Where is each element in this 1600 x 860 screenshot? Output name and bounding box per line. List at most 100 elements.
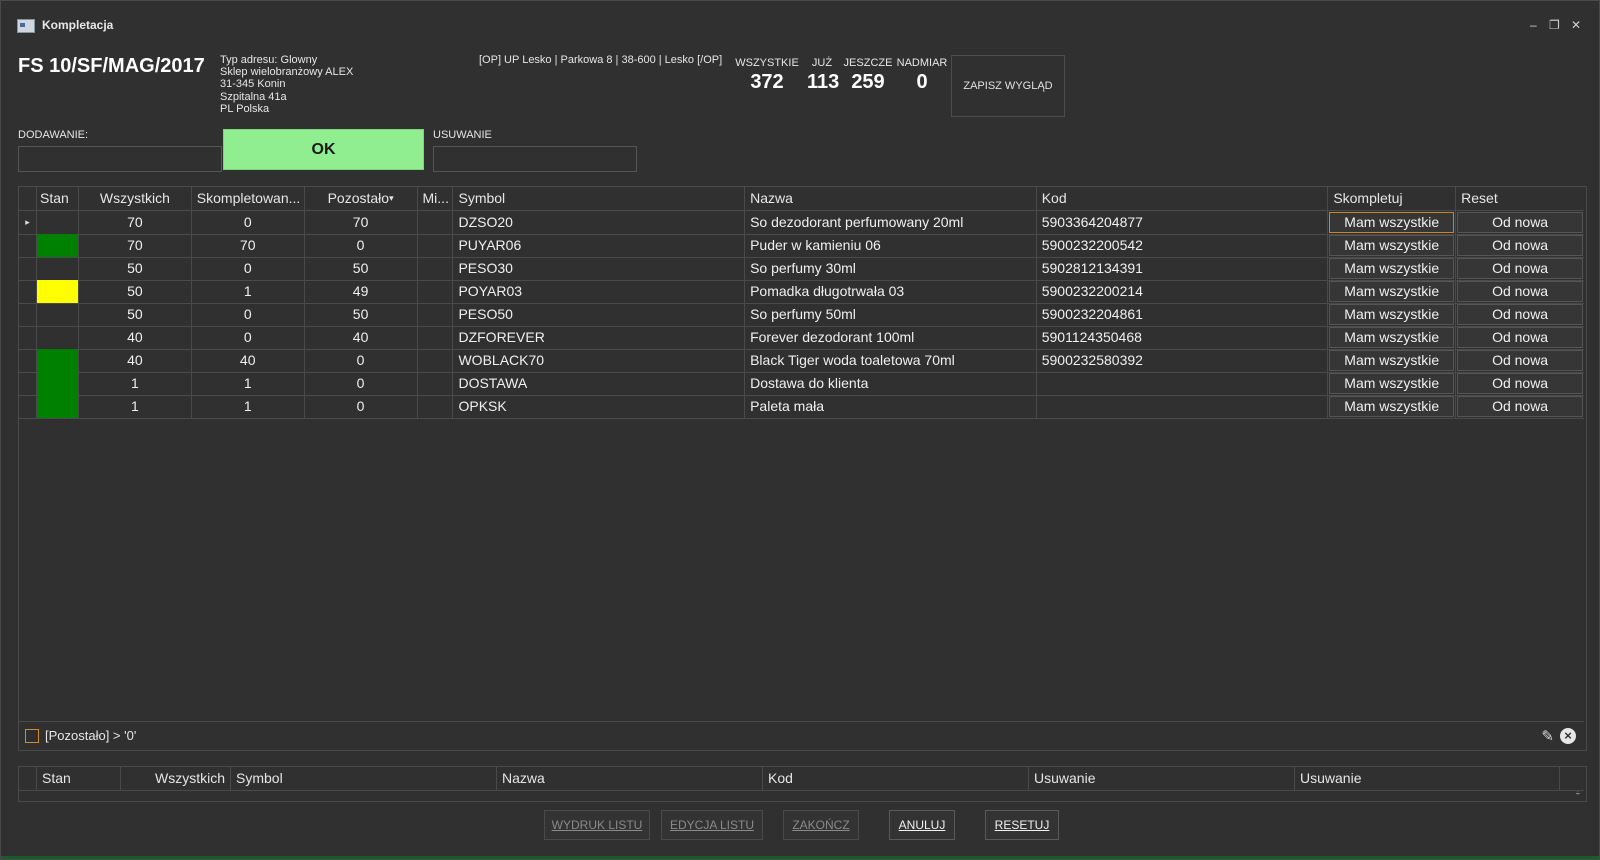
- table-row[interactable]: 50 1 49 POYAR03 Pomadka długotrwała 03 5…: [19, 280, 1584, 304]
- address-block: Typ adresu: Glowny Sklep wielobranżowy A…: [220, 54, 353, 115]
- mam-wszystkie-button[interactable]: Mam wszystkie: [1329, 396, 1455, 417]
- mam-wszystkie-button[interactable]: Mam wszystkie: [1329, 304, 1455, 325]
- filter-icon[interactable]: ▾: [389, 193, 394, 203]
- col-nazwa[interactable]: Nazwa: [497, 767, 763, 790]
- od-nowa-button[interactable]: Od nowa: [1457, 373, 1583, 394]
- remove-input[interactable]: [433, 146, 637, 172]
- kompletacja-window: Kompletacja – ❐ ✕ FS 10/SF/MAG/2017 Typ …: [0, 0, 1600, 860]
- ok-button[interactable]: OK: [223, 129, 424, 170]
- reset-all-button[interactable]: RESETUJ: [985, 810, 1059, 840]
- stat-excess-value: 0: [916, 71, 928, 93]
- col-nazwa[interactable]: Nazwa: [745, 187, 1037, 210]
- stan-swatch: [36, 372, 78, 395]
- edit-list-button[interactable]: EDYCJA LISTU: [661, 810, 763, 840]
- col-wszystkich[interactable]: Wszystkich: [121, 767, 231, 790]
- cell-wszystkich: 1: [79, 395, 192, 418]
- table-row[interactable]: 40 40 0 WOBLACK70 Black Tiger woda toale…: [19, 349, 1584, 373]
- finish-button[interactable]: ZAKOŃCZ: [783, 810, 859, 840]
- stat-done-label: JUŻ: [811, 57, 833, 69]
- row-indicator: [19, 280, 37, 303]
- table-row[interactable]: ▸ 70 0 70 DZSO20 So dezodorant perfumowa…: [19, 211, 1584, 235]
- mam-wszystkie-button[interactable]: Mam wszystkie: [1329, 235, 1455, 256]
- col-symbol[interactable]: Symbol: [231, 767, 497, 790]
- address-line: Sklep wielobranżowy ALEX: [220, 66, 354, 79]
- stat-excess: NADMIAR 0: [896, 57, 948, 94]
- address-line: Typ adresu: Glowny: [220, 54, 318, 66]
- filter-enabled-checkbox[interactable]: [25, 729, 39, 743]
- od-nowa-button[interactable]: Od nowa: [1457, 327, 1583, 348]
- cancel-button[interactable]: ANULUJ: [889, 810, 955, 840]
- stat-remaining: JESZCZE 259: [842, 57, 894, 94]
- table-row[interactable]: 1 1 0 OPKSK Paleta mała Mam wszystkie Od…: [19, 395, 1584, 419]
- op-address-text: [OP] UP Lesko | Parkowa 8 | 38-600 | Les…: [479, 54, 723, 66]
- stan-cell: [36, 349, 79, 372]
- items-grid: Stan Wszystkich Skompletowan... Pozostał…: [18, 186, 1587, 751]
- col-usuwanie[interactable]: Usuwanie: [1029, 767, 1295, 790]
- mam-wszystkie-button[interactable]: Mam wszystkie: [1329, 373, 1455, 394]
- stat-all-label: WSZYSTKIE: [735, 57, 799, 69]
- skompletuj-cell: Mam wszystkie: [1328, 372, 1457, 395]
- od-nowa-button[interactable]: Od nowa: [1457, 212, 1583, 233]
- table-row[interactable]: 40 0 40 DZFOREVER Forever dezodorant 100…: [19, 326, 1584, 350]
- save-layout-button[interactable]: ZAPISZ WYGLĄD: [951, 55, 1065, 117]
- col-reset[interactable]: Reset: [1456, 187, 1584, 210]
- col-kod[interactable]: Kod: [763, 767, 1029, 790]
- od-nowa-button[interactable]: Od nowa: [1457, 350, 1583, 371]
- mam-wszystkie-button[interactable]: Mam wszystkie: [1329, 281, 1455, 302]
- mam-wszystkie-button[interactable]: Mam wszystkie: [1329, 258, 1455, 279]
- row-indicator: [19, 257, 37, 280]
- col-stan[interactable]: Stan: [37, 767, 121, 790]
- close-icon[interactable]: ✕: [1571, 18, 1581, 32]
- mam-wszystkie-button[interactable]: Mam wszystkie: [1329, 327, 1455, 348]
- cell-symbol: PESO50: [453, 303, 746, 326]
- minimize-icon[interactable]: –: [1530, 18, 1537, 32]
- cell-pozostalo: 0: [305, 372, 418, 395]
- mam-wszystkie-button[interactable]: Mam wszystkie: [1329, 212, 1455, 233]
- cell-wszystkich: 50: [79, 257, 192, 280]
- cell-skompletowane: 1: [192, 280, 305, 303]
- table-row[interactable]: 50 0 50 PESO50 So perfumy 50ml 590023220…: [19, 303, 1584, 327]
- window-title: Kompletacja: [42, 18, 114, 32]
- vertical-scrollbar[interactable]: [1560, 767, 1584, 790]
- cell-wszystkich: 1: [79, 372, 192, 395]
- stan-cell: [36, 234, 79, 257]
- col-kod[interactable]: Kod: [1037, 187, 1329, 210]
- edit-filter-icon[interactable]: ✎: [1541, 727, 1554, 745]
- col-stan[interactable]: Stan: [37, 187, 79, 210]
- od-nowa-button[interactable]: Od nowa: [1457, 281, 1583, 302]
- reset-cell: Od nowa: [1456, 372, 1584, 395]
- removal-grid: Stan Wszystkich Symbol Nazwa Kod Usuwani…: [18, 766, 1587, 802]
- mam-wszystkie-button[interactable]: Mam wszystkie: [1329, 350, 1455, 371]
- cell-skompletowane: 0: [192, 326, 305, 349]
- cell-pozostalo: 0: [305, 395, 418, 418]
- row-indicator-icon: ▸: [19, 211, 37, 234]
- col-pozostalo[interactable]: Pozostało▾: [305, 187, 418, 210]
- od-nowa-button[interactable]: Od nowa: [1457, 396, 1583, 417]
- col-wszystkich[interactable]: Wszystkich: [79, 187, 192, 210]
- cell-mi: [418, 257, 454, 280]
- cell-nazwa: Puder w kamieniu 06: [745, 234, 1037, 257]
- col-mi[interactable]: Mi...: [418, 187, 454, 210]
- col-skompletowane[interactable]: Skompletowan...: [192, 187, 305, 210]
- table-row[interactable]: 70 70 0 PUYAR06 Puder w kamieniu 06 5900…: [19, 234, 1584, 258]
- col-skompletuj[interactable]: Skompletuj: [1328, 187, 1457, 210]
- cell-symbol: POYAR03: [453, 280, 746, 303]
- clear-filter-icon[interactable]: ×: [1560, 728, 1576, 744]
- cell-skompletowane: 1: [192, 395, 305, 418]
- od-nowa-button[interactable]: Od nowa: [1457, 235, 1583, 256]
- restore-icon[interactable]: ❐: [1549, 18, 1560, 32]
- cell-kod: 5900232204861: [1037, 303, 1329, 326]
- add-input[interactable]: [18, 146, 222, 172]
- col-usuwanie-2[interactable]: Usuwanie: [1295, 767, 1560, 790]
- od-nowa-button[interactable]: Od nowa: [1457, 304, 1583, 325]
- table-row[interactable]: 50 0 50 PESO30 So perfumy 30ml 590281213…: [19, 257, 1584, 281]
- reset-cell: Od nowa: [1456, 395, 1584, 418]
- scroll-arrows-icon[interactable]: ÷: [1576, 789, 1580, 798]
- skompletuj-cell: Mam wszystkie: [1328, 257, 1457, 280]
- print-list-button[interactable]: WYDRUK LISTU: [544, 810, 650, 840]
- col-symbol[interactable]: Symbol: [453, 187, 746, 210]
- cell-skompletowane: 1: [192, 372, 305, 395]
- filter-expression[interactable]: [Pozostało] > '0': [45, 728, 136, 743]
- od-nowa-button[interactable]: Od nowa: [1457, 258, 1583, 279]
- table-row[interactable]: 1 1 0 DOSTAWA Dostawa do klienta Mam wsz…: [19, 372, 1584, 396]
